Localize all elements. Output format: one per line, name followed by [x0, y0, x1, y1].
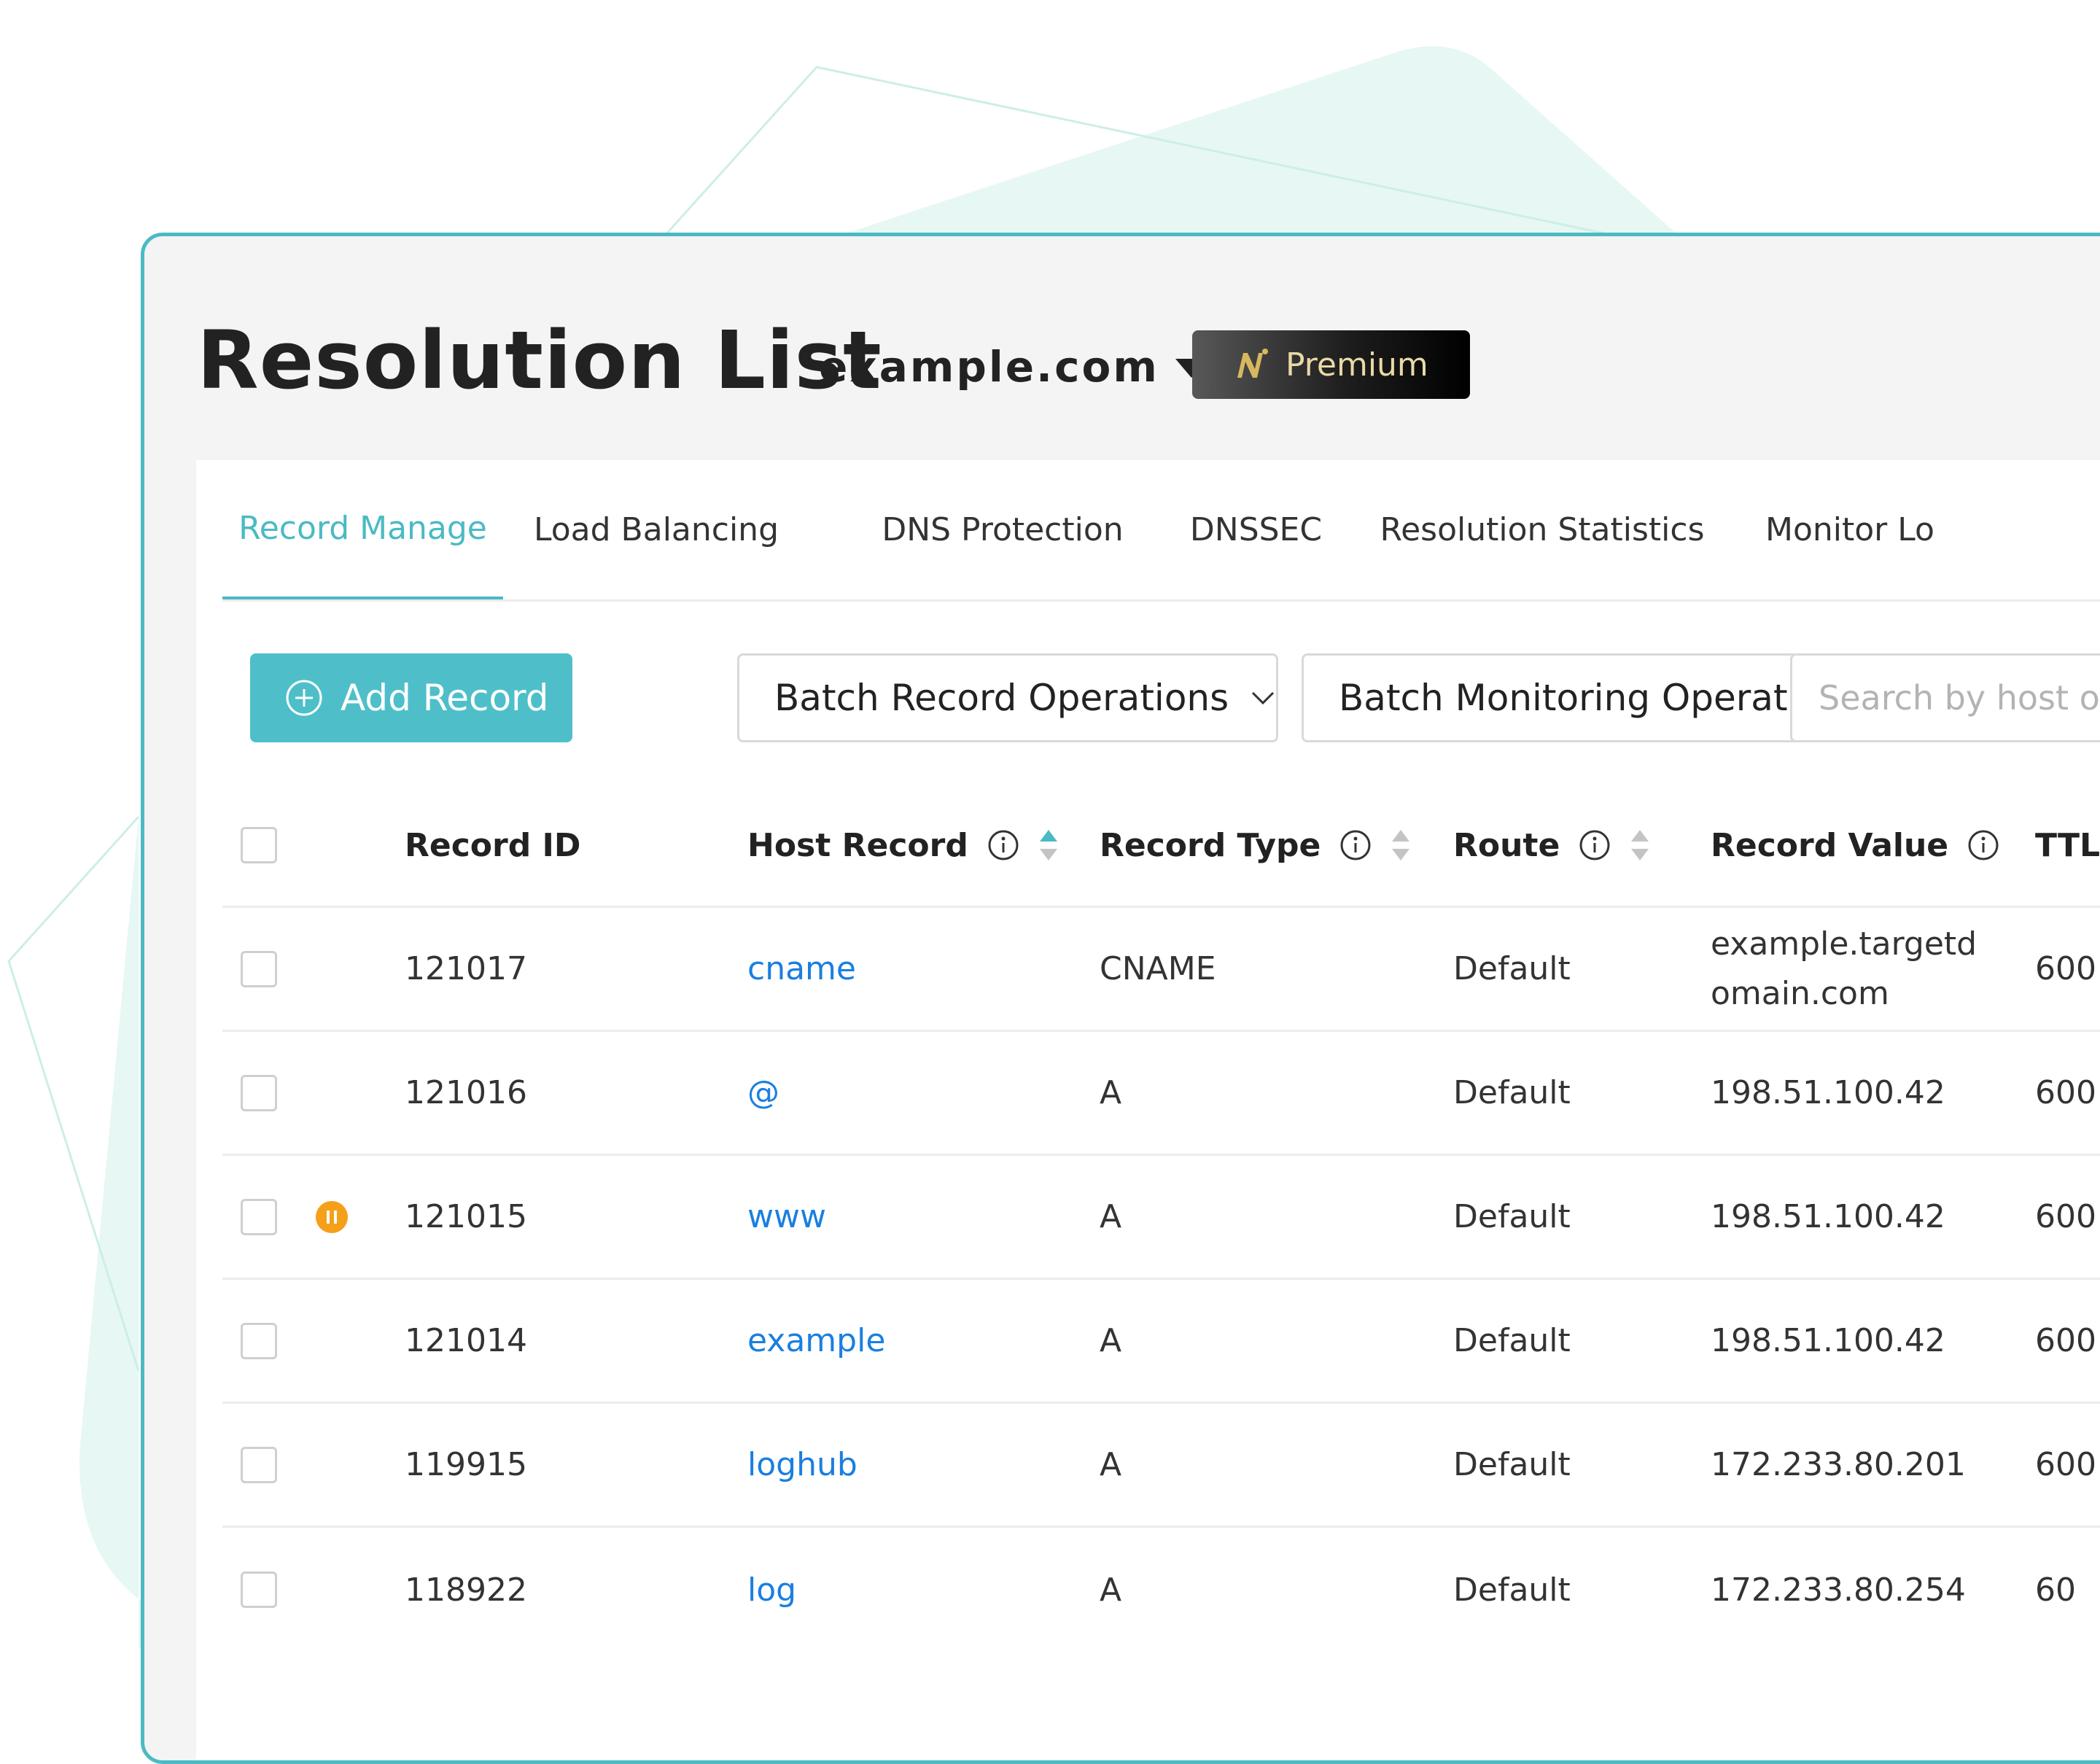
table-row: 118922 log A Default 172.233.80.254 60: [222, 1528, 2100, 1652]
route: Default: [1453, 1074, 1571, 1111]
route: Default: [1453, 950, 1571, 987]
tab-bar: Record Manage Load Balancing DNS Protect…: [222, 460, 2100, 602]
ttl: 600: [2035, 1322, 2096, 1359]
host-record-link[interactable]: @: [747, 1032, 779, 1154]
table-row: 121016 @ A Default 198.51.100.42 600: [222, 1032, 2100, 1156]
ttl: 600: [2035, 950, 2096, 987]
ttl: 600: [2035, 1074, 2096, 1111]
batch-monitoring-operations-label: Batch Monitoring Operations: [1339, 677, 1862, 719]
premium-logo-icon: [1237, 349, 1268, 378]
table-header: Record ID Host Record Record Type Route: [222, 785, 2100, 908]
row-checkbox[interactable]: [241, 1074, 277, 1111]
row-checkbox[interactable]: [241, 950, 277, 987]
col-route: Route: [1453, 785, 1650, 906]
col-host-record: Host Record: [747, 785, 1059, 906]
record-value: 198.51.100.42: [1711, 1198, 1945, 1235]
record-type: CNAME: [1100, 950, 1216, 987]
record-type: A: [1100, 1322, 1122, 1359]
table-row: 119915 loghub A Default 172.233.80.201 6…: [222, 1404, 2100, 1528]
route: Default: [1453, 1198, 1571, 1235]
route: Default: [1453, 1322, 1571, 1359]
sort-icon[interactable]: [1038, 828, 1059, 862]
tab-dnssec[interactable]: DNSSEC: [1190, 460, 1322, 599]
record-id: 121015: [405, 1198, 527, 1235]
tab-dns-protection[interactable]: DNS Protection: [882, 460, 1123, 599]
record-type: A: [1100, 1198, 1122, 1235]
premium-label: Premium: [1286, 346, 1428, 384]
page-title: Resolution List: [197, 314, 882, 407]
plus-circle-icon: [286, 680, 322, 716]
col-ttl: TTL: [2035, 826, 2100, 864]
app-window: Resolution List example.com Premium Reco…: [141, 233, 2100, 1764]
chevron-down-icon: [1252, 691, 1275, 705]
record-type: A: [1100, 1571, 1122, 1609]
record-value: 198.51.100.42: [1711, 1322, 1945, 1359]
tab-resolution-statistics[interactable]: Resolution Statistics: [1380, 460, 1704, 599]
record-value: 172.233.80.201: [1711, 1446, 1966, 1483]
info-icon[interactable]: [1339, 829, 1372, 861]
record-id: 119915: [405, 1446, 527, 1483]
sort-icon[interactable]: [1630, 828, 1650, 862]
tab-load-balancing[interactable]: Load Balancing: [534, 460, 779, 599]
row-checkbox[interactable]: [241, 1322, 277, 1359]
row-checkbox[interactable]: [241, 1446, 277, 1483]
tab-record-manage[interactable]: Record Manage: [222, 460, 503, 599]
search-input[interactable]: [1790, 653, 2100, 742]
table-row: 121017 cname CNAME Default example.targe…: [222, 908, 2100, 1032]
host-record-link[interactable]: cname: [747, 908, 856, 1030]
record-type: A: [1100, 1446, 1122, 1483]
pause-icon: [316, 1200, 348, 1233]
host-record-link[interactable]: www: [747, 1156, 826, 1278]
info-icon[interactable]: [1579, 829, 1611, 861]
host-record-link[interactable]: loghub: [747, 1404, 858, 1526]
tab-monitor-log[interactable]: Monitor Lo: [1765, 460, 1940, 599]
info-icon[interactable]: [987, 829, 1019, 861]
col-record-id: Record ID: [405, 826, 581, 864]
table-row: 121015 www A Default 198.51.100.42 600: [222, 1156, 2100, 1280]
col-record-value: Record Value: [1711, 785, 1999, 906]
select-all-checkbox[interactable]: [241, 827, 277, 863]
domain-name: example.com: [819, 342, 1159, 392]
batch-record-operations-dropdown[interactable]: Batch Record Operations: [737, 653, 1278, 742]
record-id: 121014: [405, 1322, 527, 1359]
ttl: 600: [2035, 1446, 2096, 1483]
domain-selector[interactable]: example.com: [819, 342, 1208, 392]
premium-badge[interactable]: Premium: [1192, 330, 1470, 399]
table-row: 121014 example A Default 198.51.100.42 6…: [222, 1280, 2100, 1404]
add-record-label: Add Record: [341, 677, 549, 719]
row-checkbox[interactable]: [241, 1198, 277, 1235]
host-record-link[interactable]: log: [747, 1528, 796, 1652]
info-icon[interactable]: [1967, 829, 1999, 861]
batch-record-operations-label: Batch Record Operations: [774, 677, 1229, 719]
record-type: A: [1100, 1074, 1122, 1111]
route: Default: [1453, 1446, 1571, 1483]
host-record-link[interactable]: example: [747, 1280, 885, 1402]
add-record-button[interactable]: Add Record: [250, 653, 572, 742]
content-panel: Record Manage Load Balancing DNS Protect…: [196, 460, 2100, 1760]
col-record-type: Record Type: [1100, 785, 1411, 906]
record-id: 118922: [405, 1571, 527, 1609]
route: Default: [1453, 1571, 1571, 1609]
ttl: 60: [2035, 1571, 2076, 1609]
records-table: Record ID Host Record Record Type Route: [222, 785, 2100, 1652]
record-id: 121017: [405, 950, 527, 987]
sort-icon[interactable]: [1391, 828, 1411, 862]
ttl: 600: [2035, 1198, 2096, 1235]
record-value: example.targetdomain.com: [1711, 925, 1978, 1012]
row-checkbox[interactable]: [241, 1571, 277, 1608]
record-id: 121016: [405, 1074, 527, 1111]
record-value: 172.233.80.254: [1711, 1571, 1966, 1609]
record-value: 198.51.100.42: [1711, 1074, 1945, 1111]
